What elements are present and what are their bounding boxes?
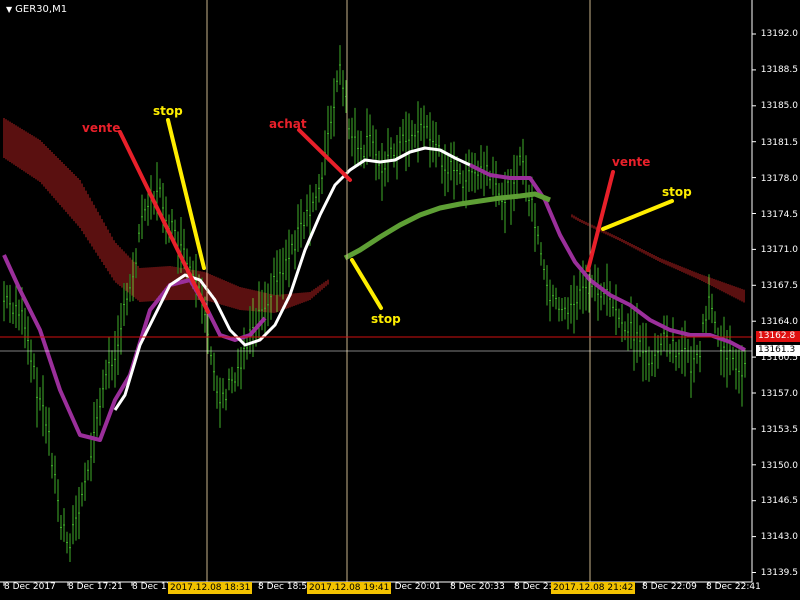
arrow-vente-2 [586,170,615,272]
annotation-achat: achat [269,117,307,131]
chart-title[interactable]: ▼ GER30,M1 [6,4,67,15]
arrow-stop-3 [601,199,674,231]
annotation-stop-1: stop [153,104,183,118]
ma-slow [343,191,551,261]
annotation-vente-2: vente [612,155,651,169]
y-tick-label: 13157.0 [760,389,798,399]
chevron-down-icon[interactable]: ▼ [6,5,12,14]
chart-frame [0,0,756,586]
x-tick-label: 8 Dec 17:21 [68,582,123,592]
y-tick-label: 13181.5 [760,138,798,148]
arrow-stop-2 [350,258,383,310]
price-badge-white: 13161.3 [756,345,800,356]
annotation-stop-3: stop [662,185,692,199]
y-tick-label: 13171.0 [760,245,798,255]
annotation-stop-2: stop [371,312,401,326]
crosshair-time-label: 2017.12.08 18:31 [168,582,253,594]
y-tick-label: 13178.0 [760,174,798,184]
x-tick-label: 8 Dec 2017 [4,582,56,592]
annotation-vente-1: vente [82,121,121,135]
y-tick-label: 13164.0 [760,317,798,327]
y-tick-label: 13153.5 [760,425,798,435]
y-tick-label: 13174.5 [760,210,798,220]
x-tick-label: 8 Dec 22:41 [706,582,761,592]
x-tick-label: 8 Dec 2: [514,582,552,592]
price-badge-red: 13162.8 [756,331,800,342]
y-tick-label: 13139.5 [760,568,798,578]
y-tick-label: 13143.0 [760,532,798,542]
y-tick-label: 13192.0 [760,29,798,39]
symbol-label: GER30,M1 [15,4,68,15]
grid-lines [0,0,752,582]
crosshair-time-label: 2017.12.08 19:41 [307,582,392,594]
y-tick-label: 13150.0 [760,461,798,471]
crosshair-time-label: 2017.12.08 21:42 [551,582,636,594]
price-chart[interactable] [0,0,800,600]
x-tick-label: 8 Dec 20:01 [386,582,441,592]
y-tick-label: 13146.5 [760,496,798,506]
y-tick-label: 13185.0 [760,101,798,111]
arrow-stop-1 [166,118,206,270]
x-tick-label: 8 Dec 20:33 [450,582,505,592]
x-tick-label: 8 Dec 22:09 [642,582,697,592]
y-tick-label: 13167.5 [760,281,798,291]
x-tick-label: 8 Dec 18:57 [258,582,313,592]
y-tick-label: 13188.5 [760,65,798,75]
